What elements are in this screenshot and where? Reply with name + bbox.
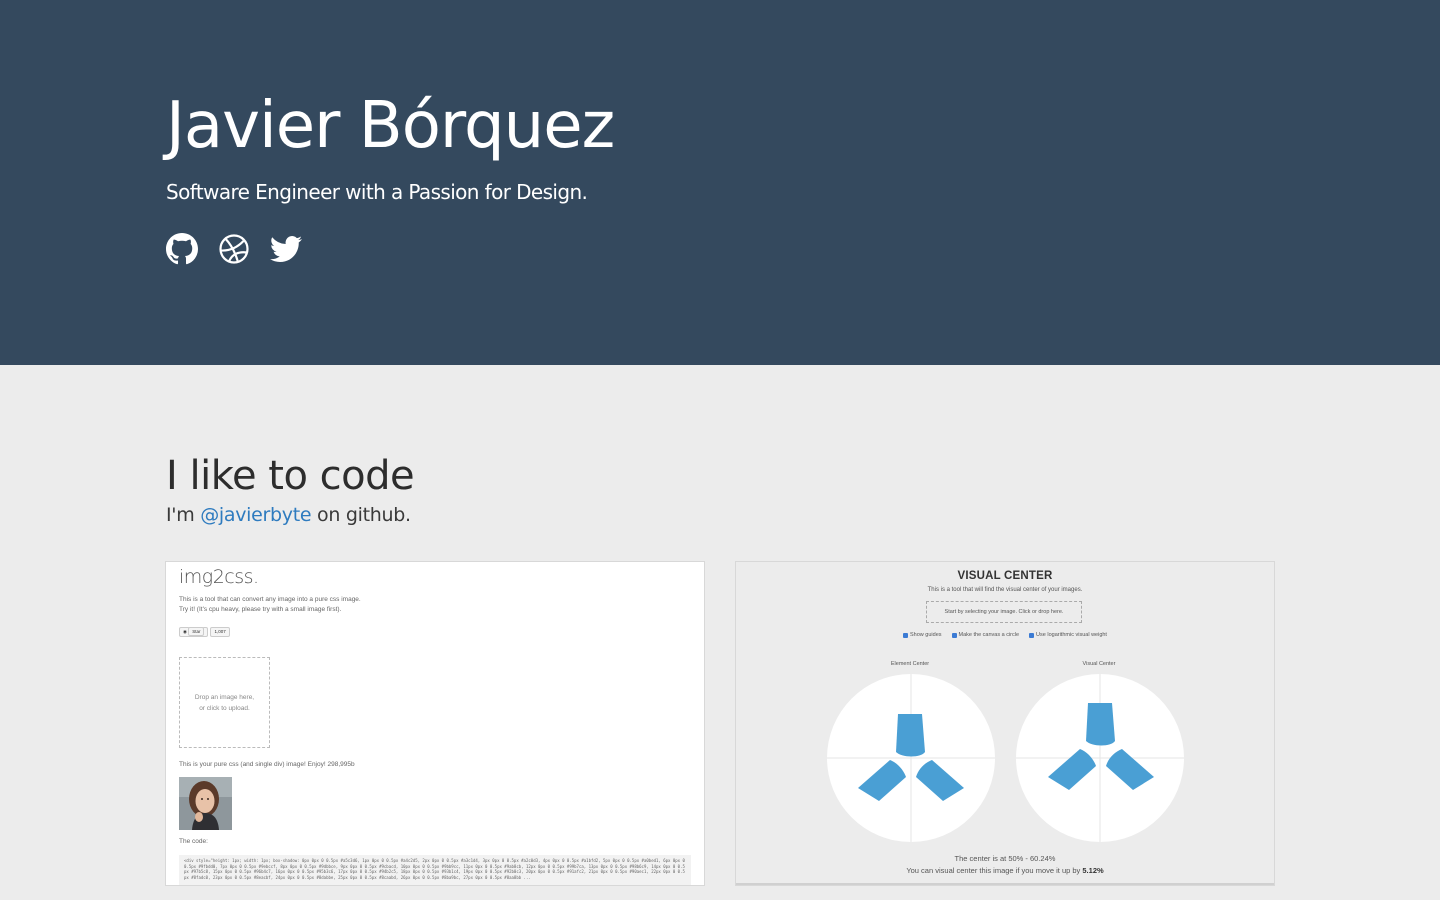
- subtitle-suffix: on github.: [311, 504, 411, 526]
- drop-text: or click to upload.: [199, 704, 250, 712]
- github-star-button[interactable]: ◉ Star 1,007: [179, 627, 230, 637]
- twitter-icon: [270, 236, 302, 262]
- section-subtitle: I'm @javierbyte on github.: [166, 503, 411, 527]
- center-readout: The center is at 50% - 60.24%: [954, 854, 1056, 863]
- image-drop-zone[interactable]: Start by selecting your image. Click or …: [926, 601, 1082, 623]
- element-center-label: Element Center: [890, 661, 930, 667]
- github-handle-link[interactable]: @javierbyte: [200, 504, 311, 526]
- star-count: 1,007: [210, 627, 230, 637]
- project-description: This is a tool that will find the visual…: [927, 587, 1083, 593]
- checkbox-show-guides[interactable]: Show guides: [903, 632, 942, 638]
- dribbble-icon: [219, 234, 249, 264]
- move-suggestion: You can visual center this image if you …: [736, 866, 1274, 875]
- project-title: img2css.: [179, 566, 259, 588]
- github-icon: [166, 233, 198, 265]
- move-text: You can visual center this image if you …: [906, 866, 1083, 875]
- author-name: Javier Bórquez: [166, 89, 615, 163]
- element-center-canvas: [827, 674, 995, 842]
- twitter-link[interactable]: [270, 233, 302, 265]
- dribbble-link[interactable]: [218, 233, 250, 265]
- checkbox-label: Show guides: [910, 632, 942, 638]
- description-line: This is a tool that can convert any imag…: [179, 596, 361, 603]
- code-label: The code:: [179, 838, 208, 845]
- visual-center-label: Visual Center: [1082, 661, 1116, 667]
- checkbox-icon: [1029, 632, 1035, 638]
- social-links: [166, 233, 302, 265]
- section-title: I like to code: [166, 453, 415, 499]
- project-title: VISUAL CENTER: [957, 570, 1053, 582]
- move-value: 5.12%: [1082, 866, 1104, 875]
- result-portrait-image: [179, 777, 232, 830]
- project-card-visual-center[interactable]: VISUAL CENTER This is a tool that will f…: [735, 561, 1275, 886]
- checkbox-label: Use logarithmic visual weight: [1036, 632, 1107, 638]
- result-text: This is your pure css (and single div) i…: [179, 761, 355, 768]
- checkbox-circle-canvas[interactable]: Make the canvas a circle: [951, 632, 1020, 638]
- checkbox-icon: [903, 632, 909, 638]
- shape-arm-top: [1086, 703, 1115, 746]
- hero-header: Javier Bórquez Software Engineer with a …: [0, 0, 1440, 365]
- project-card-img2css[interactable]: img2css. This is a tool that can convert…: [165, 561, 705, 886]
- drop-text: Start by selecting your image. Click or …: [944, 609, 1064, 615]
- description-line: Try it! (It's cpu heavy, please try with…: [179, 606, 342, 613]
- tagline: Software Engineer with a Passion for Des…: [166, 180, 588, 204]
- card-bottom-edge: [736, 883, 1274, 885]
- image-drop-zone[interactable]: Drop an image here, or click to upload.: [179, 657, 270, 748]
- code-output[interactable]: <div style="height: 1px; width: 1px; box…: [179, 855, 691, 885]
- star-label: ◉ Star: [179, 627, 209, 637]
- shape-arm-top: [896, 714, 925, 757]
- checkbox-log-weight[interactable]: Use logarithmic visual weight: [1029, 632, 1107, 638]
- checkbox-icon: [951, 632, 957, 638]
- github-link[interactable]: [166, 233, 198, 265]
- drop-text: Drop an image here,: [194, 693, 255, 701]
- options-checkboxes: Show guides Make the canvas a circle Use…: [736, 632, 1274, 638]
- visual-center-canvas: [1016, 674, 1184, 842]
- project-description: This is a tool that can convert any imag…: [179, 595, 479, 615]
- subtitle-prefix: I'm: [166, 504, 201, 526]
- checkbox-label: Make the canvas a circle: [958, 632, 1020, 638]
